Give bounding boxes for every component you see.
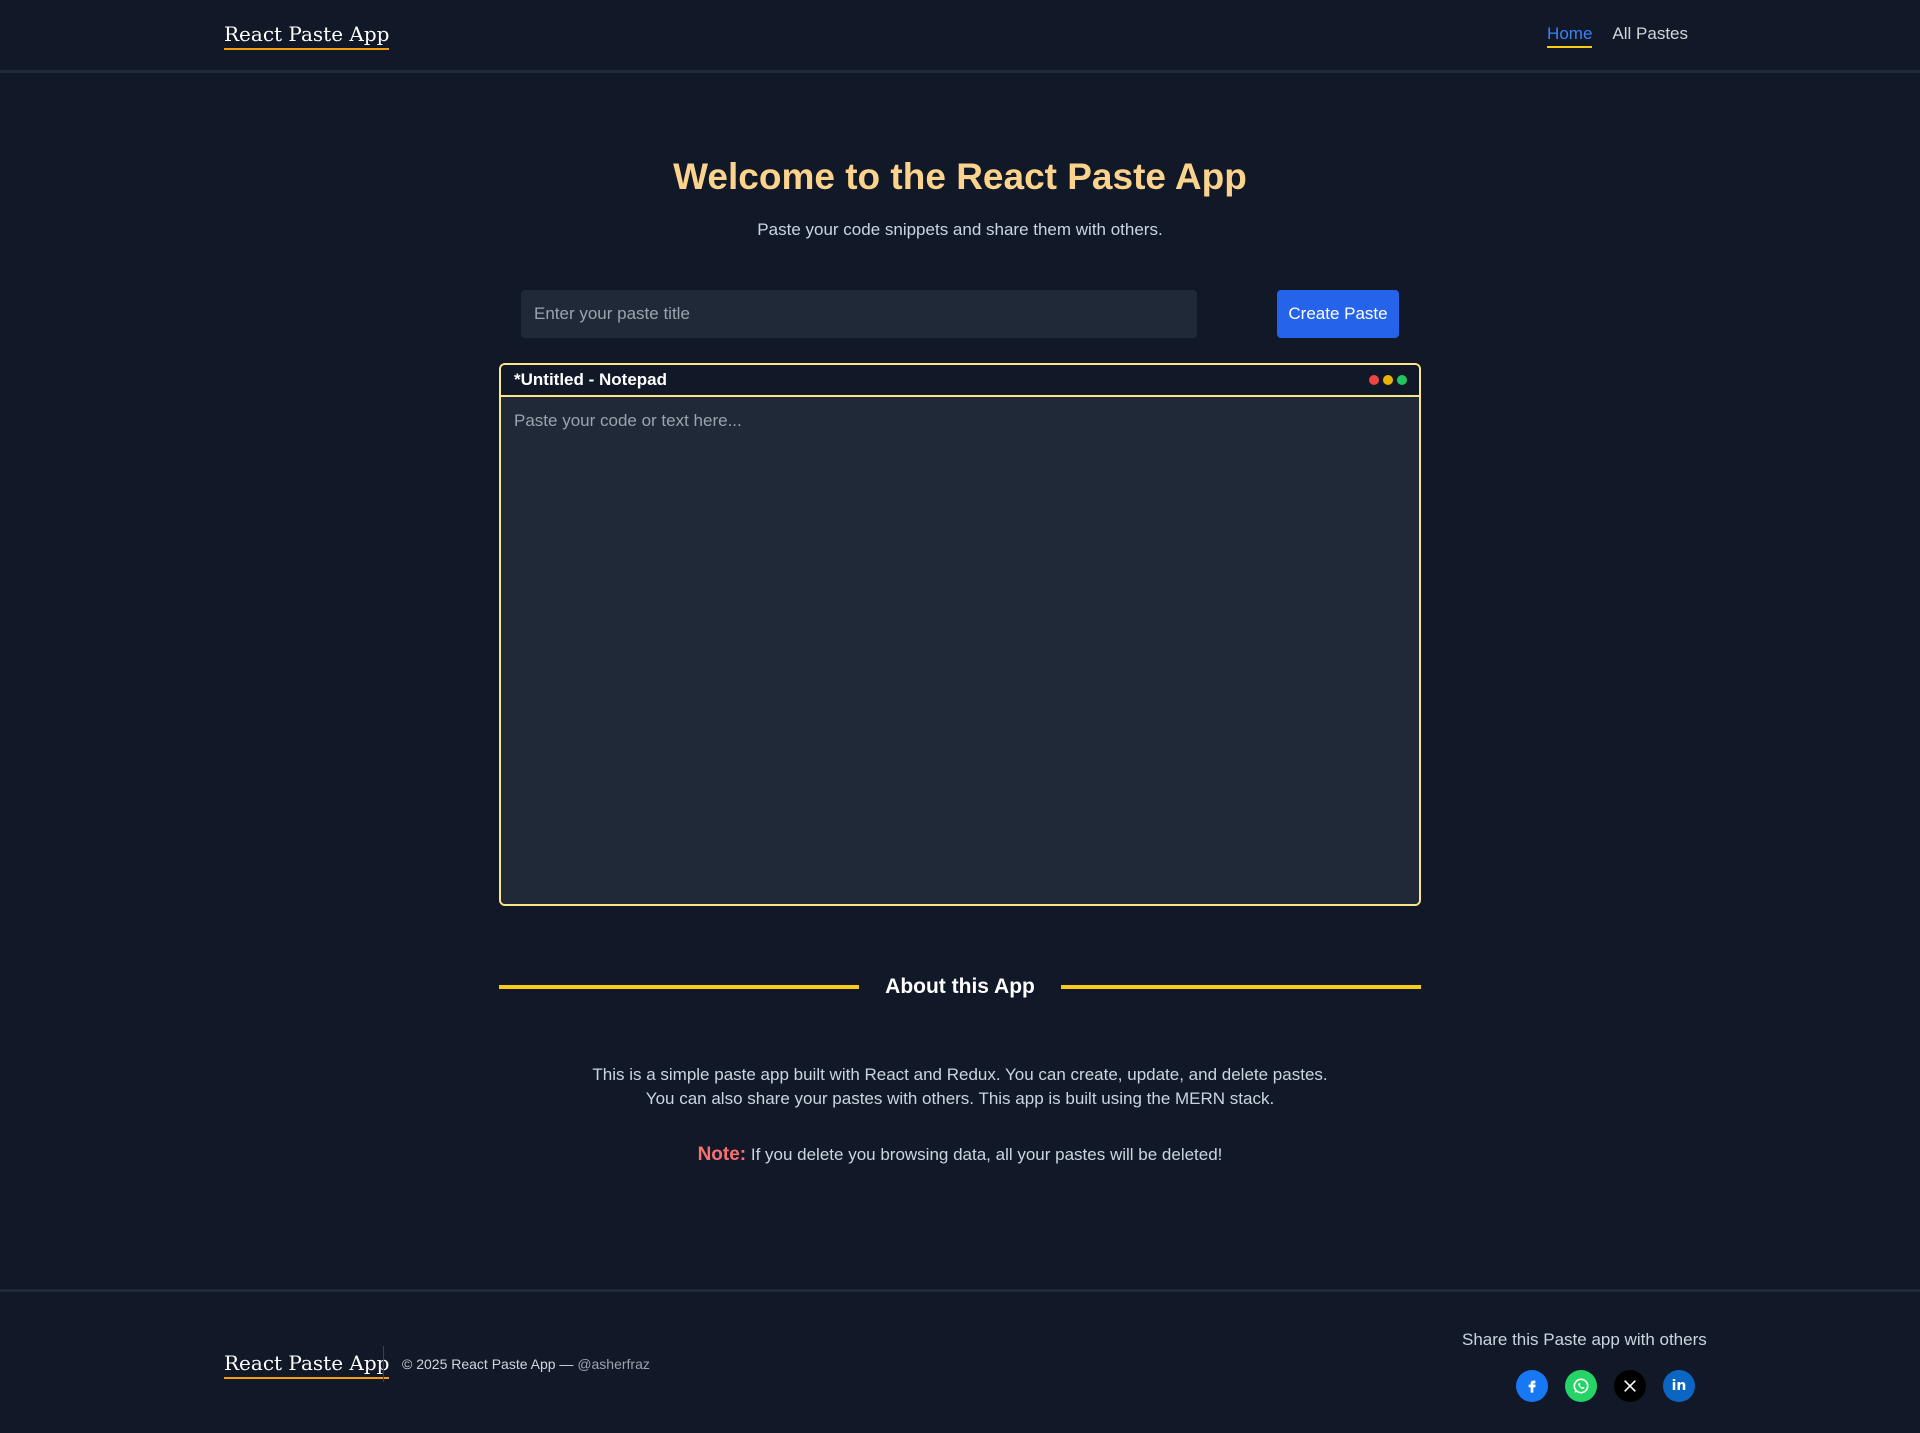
yellow-dot-icon	[1383, 375, 1393, 385]
facebook-icon	[1528, 1380, 1536, 1393]
whatsapp-icon	[1573, 1378, 1589, 1394]
main-nav: Home All Pastes	[1547, 24, 1688, 48]
footer-divider	[383, 1346, 384, 1382]
about-description: This is a simple paste app built with Re…	[0, 1063, 1920, 1111]
top-navbar: React Paste App Home All Pastes	[0, 0, 1920, 73]
paste-title-input[interactable]	[521, 290, 1197, 338]
share-label: Share this Paste app with others	[1462, 1330, 1707, 1349]
copyright-text: © 2025 React Paste App — @asherfraz	[402, 1356, 650, 1372]
footer-brand[interactable]: React Paste App	[224, 1351, 390, 1379]
note-message: Note: If you delete you browsing data, a…	[0, 1144, 1920, 1166]
linkedin-share-button[interactable]: in	[1663, 1370, 1695, 1402]
whatsapp-share-button[interactable]	[1565, 1370, 1597, 1402]
red-dot-icon	[1369, 375, 1379, 385]
x-share-button[interactable]	[1614, 1370, 1646, 1402]
facebook-share-button[interactable]	[1516, 1370, 1548, 1402]
nav-all-pastes-link[interactable]: All Pastes	[1612, 24, 1688, 48]
notepad-window: *Untitled - Notepad	[499, 363, 1421, 906]
about-divider-left	[499, 985, 859, 989]
linkedin-icon: in	[1671, 1378, 1687, 1394]
nav-home-link[interactable]: Home	[1547, 24, 1593, 48]
brand-logo[interactable]: React Paste App	[224, 22, 390, 50]
about-line-1: This is a simple paste app built with Re…	[592, 1065, 1328, 1084]
notepad-titlebar: *Untitled - Notepad	[501, 365, 1419, 397]
paste-content-textarea[interactable]	[501, 397, 1419, 904]
author-handle-link[interactable]: @asherfraz	[577, 1356, 650, 1372]
about-heading: About this App	[885, 975, 1035, 998]
about-divider-right	[1061, 985, 1421, 989]
notepad-title: *Untitled - Notepad	[514, 370, 667, 389]
page-subtitle: Paste your code snippets and share them …	[757, 220, 1163, 239]
x-icon	[1624, 1380, 1636, 1392]
copyright-label: © 2025 React Paste App —	[402, 1356, 578, 1372]
page-title: Welcome to the React Paste App	[673, 156, 1247, 197]
about-line-2: You can also share your pastes with othe…	[645, 1089, 1275, 1108]
create-paste-button[interactable]: Create Paste	[1277, 290, 1399, 338]
window-controls	[1369, 375, 1407, 385]
footer: React Paste App © 2025 React Paste App —…	[0, 1289, 1920, 1433]
social-share-buttons: in	[1516, 1370, 1695, 1402]
note-label: Note:	[697, 1144, 747, 1165]
green-dot-icon	[1397, 375, 1407, 385]
note-text: If you delete you browsing data, all you…	[746, 1145, 1223, 1164]
